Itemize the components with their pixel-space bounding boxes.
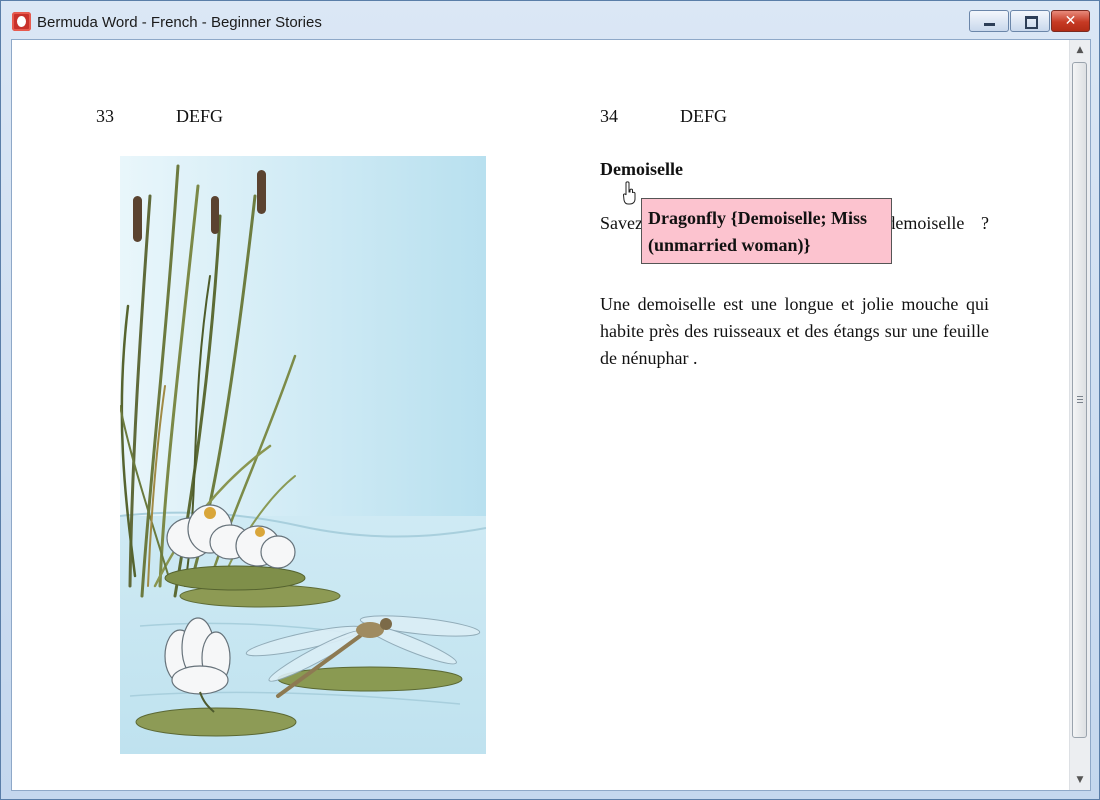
- scroll-up-icon[interactable]: ▲: [1070, 41, 1090, 59]
- maximize-button[interactable]: [1010, 10, 1050, 32]
- hand-pointer-icon: [623, 181, 636, 205]
- close-button[interactable]: ✕: [1051, 10, 1090, 32]
- scrollbar-thumb[interactable]: [1072, 62, 1087, 738]
- app-window: Bermuda Word - French - Beginner Stories…: [0, 0, 1100, 800]
- left-page-header: DEFG: [176, 106, 224, 126]
- grip-icon: [1077, 396, 1083, 403]
- app-icon[interactable]: [12, 12, 31, 31]
- translation-tooltip: Dragonfly {Demoiselle; Miss (unmarried w…: [641, 198, 892, 264]
- right-page-header: DEFG: [680, 106, 728, 126]
- window-title: Bermuda Word - French - Beginner Stories: [37, 14, 322, 31]
- right-page-number: 34: [600, 106, 618, 126]
- title-bar[interactable]: Bermuda Word - French - Beginner Stories…: [1, 1, 1099, 39]
- left-page-number: 33: [96, 106, 114, 126]
- story-title[interactable]: Demoiselle: [600, 159, 683, 180]
- book-view: 33 DEFG 34 DEFG Demoiselle demoiselle ? …: [11, 39, 1091, 791]
- maximize-icon: [1025, 16, 1038, 29]
- minimize-button[interactable]: [969, 10, 1009, 32]
- dragonfly-illustration: [120, 156, 486, 754]
- story-paragraph[interactable]: Une demoiselle est une longue et jolie m…: [600, 291, 989, 372]
- minimize-icon: [984, 23, 995, 26]
- close-icon: ✕: [1064, 13, 1077, 29]
- vertical-scrollbar[interactable]: ▲ ▼: [1069, 40, 1090, 790]
- scroll-down-icon[interactable]: ▼: [1070, 771, 1090, 789]
